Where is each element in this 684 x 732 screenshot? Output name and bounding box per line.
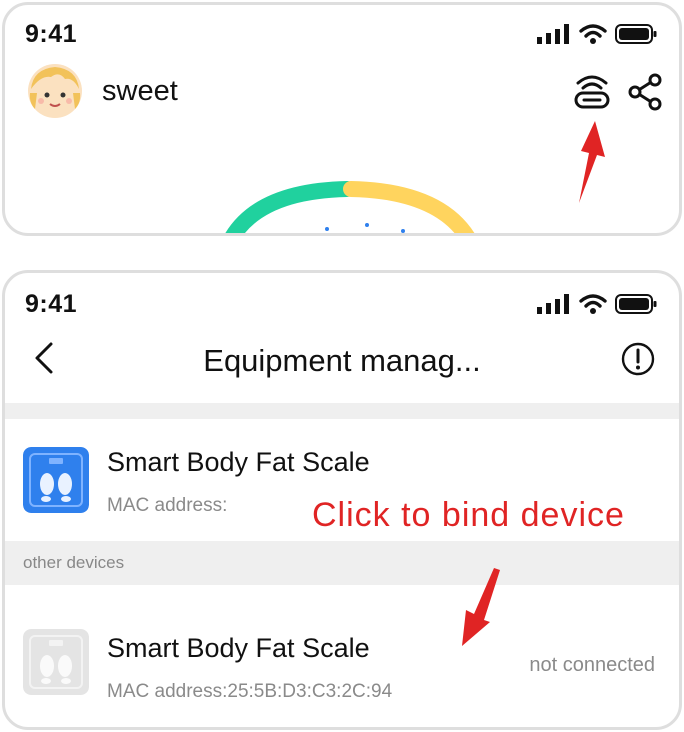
- info-icon[interactable]: [621, 342, 655, 376]
- connection-status: not connected: [529, 654, 655, 676]
- signal-icon: [537, 24, 569, 44]
- device-name: Smart Body Fat Scale: [107, 447, 370, 477]
- status-icons: [537, 23, 657, 45]
- profile-screen-card: 9:41 sweet: [2, 2, 682, 236]
- weight-gauge: [225, 181, 475, 233]
- scale-icon: [23, 447, 89, 513]
- share-icon[interactable]: [627, 73, 665, 111]
- device-mac: MAC address:: [107, 495, 228, 516]
- status-icons: [537, 293, 657, 315]
- avatar[interactable]: [27, 63, 83, 119]
- battery-icon: [615, 294, 657, 314]
- device-bind-icon[interactable]: [573, 71, 611, 111]
- arrow-icon: [462, 568, 500, 646]
- section-header: other devices: [5, 541, 679, 585]
- section-label: other devices: [23, 553, 125, 572]
- wifi-icon: [579, 294, 607, 314]
- scale-icon: [23, 629, 89, 695]
- annotation-text: Click to bind device: [312, 496, 625, 534]
- device-name: Smart Body Fat Scale: [107, 633, 370, 663]
- device-mac: MAC address:25:5B:D3:C3:2C:94: [107, 681, 393, 702]
- wifi-icon: [579, 24, 607, 44]
- arrow-icon: [579, 121, 605, 203]
- header-divider: [5, 403, 679, 419]
- page-title: Equipment manag...: [203, 343, 481, 378]
- battery-icon: [615, 24, 657, 44]
- status-time: 9:41: [25, 290, 78, 318]
- username: sweet: [102, 75, 178, 107]
- status-time: 9:41: [25, 20, 78, 48]
- signal-icon: [537, 294, 569, 314]
